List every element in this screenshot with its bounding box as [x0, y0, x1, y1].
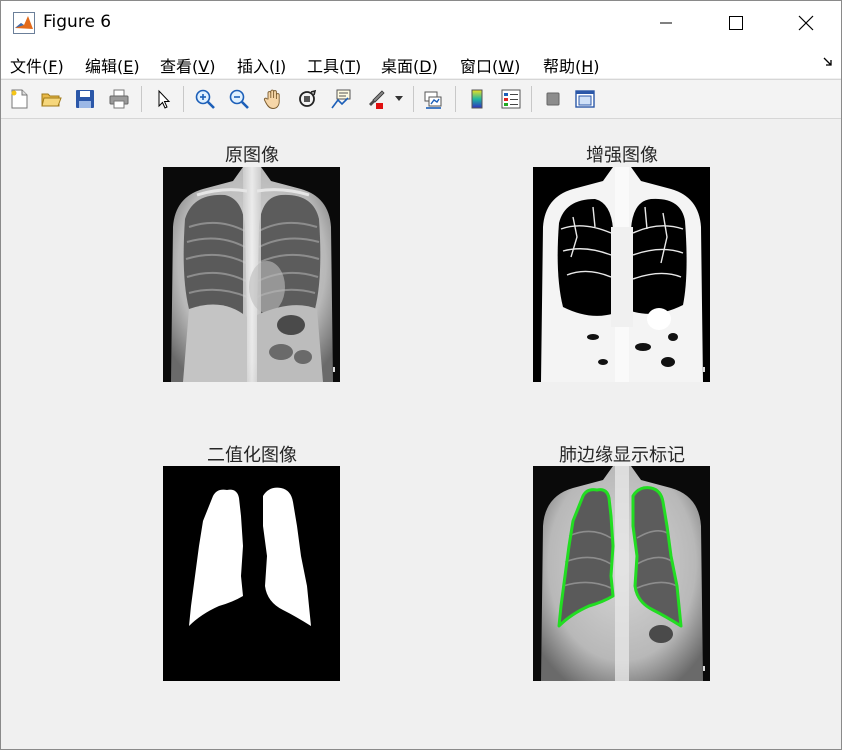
legend-icon — [501, 89, 521, 109]
minimize-icon — [660, 22, 672, 24]
axes-edge-marked-image[interactable] — [533, 466, 710, 681]
zoom-in-icon — [195, 89, 215, 109]
axes-original-image[interactable] — [163, 167, 340, 382]
hide-plot-tools-icon — [546, 92, 560, 106]
enhanced-xray-image — [533, 167, 710, 382]
figure-window: Figure 6 文件(F) 编辑(E) 查看(V) 插入(I) 工具(T) 桌… — [0, 0, 842, 750]
title-bar: Figure 6 — [1, 1, 841, 45]
brush-button[interactable] — [361, 85, 389, 113]
toolbar-separator — [413, 86, 414, 112]
binary-lung-mask-image — [163, 466, 340, 681]
menu-insert[interactable]: 插入(I) — [237, 53, 286, 77]
new-figure-button[interactable] — [5, 85, 33, 113]
show-plot-tools-icon — [575, 90, 595, 108]
subplot-title-original: 原图像 — [225, 145, 279, 166]
open-icon — [41, 93, 62, 107]
data-cursor-button[interactable] — [327, 85, 355, 113]
rotate-3d-button[interactable] — [293, 85, 321, 113]
toolbar-separator — [455, 86, 456, 112]
window-title: Figure 6 — [43, 12, 112, 32]
subplot-title-binary: 二值化图像 — [207, 445, 297, 466]
toolbar-separator — [183, 86, 184, 112]
matlab-icon — [13, 12, 35, 34]
pan-icon — [263, 89, 280, 109]
figure-toolbar — [1, 79, 841, 119]
menu-edit[interactable]: 编辑(E) — [85, 53, 140, 77]
figure-canvas[interactable]: 原图像 增强图像 二值化图像 肺边缘显示标记 — [1, 119, 841, 749]
menu-file[interactable]: 文件(F) — [10, 53, 64, 77]
edge-marked-xray-image — [533, 466, 710, 681]
menu-view[interactable]: 查看(V) — [160, 53, 215, 77]
hide-plot-tools-button[interactable] — [539, 85, 567, 113]
print-icon — [109, 89, 129, 109]
dock-arrow-icon[interactable] — [823, 57, 833, 67]
minimize-button[interactable] — [631, 1, 701, 45]
pan-button[interactable] — [259, 85, 287, 113]
legend-button[interactable] — [497, 85, 525, 113]
zoom-out-button[interactable] — [225, 85, 253, 113]
menu-help[interactable]: 帮助(H) — [543, 53, 600, 77]
brush-icon — [369, 90, 385, 109]
rotate-3d-icon — [299, 89, 317, 107]
open-button[interactable] — [37, 85, 65, 113]
brush-dropdown[interactable] — [391, 85, 407, 113]
subplot-title-edges: 肺边缘显示标记 — [559, 445, 685, 466]
show-plot-tools-button[interactable] — [571, 85, 599, 113]
link-plot-icon — [424, 91, 442, 109]
colorbar-button[interactable] — [463, 85, 491, 113]
toolbar-separator — [531, 86, 532, 112]
maximize-icon — [729, 16, 743, 30]
save-icon — [76, 90, 94, 108]
chevron-down-icon — [395, 96, 403, 101]
subplot-title-enhanced: 增强图像 — [586, 145, 658, 166]
zoom-in-button[interactable] — [191, 85, 219, 113]
pointer-icon — [158, 89, 171, 109]
axes-binary-image[interactable] — [163, 466, 340, 681]
original-xray-image — [163, 167, 340, 382]
menu-desktop[interactable]: 桌面(D) — [381, 53, 438, 77]
data-cursor-icon — [331, 89, 351, 109]
close-icon — [798, 15, 814, 31]
print-button[interactable] — [105, 85, 133, 113]
new-figure-icon — [11, 89, 28, 109]
close-button[interactable] — [771, 1, 841, 45]
link-plot-button[interactable] — [419, 85, 447, 113]
menu-bar: 文件(F) 编辑(E) 查看(V) 插入(I) 工具(T) 桌面(D) 窗口(W… — [1, 45, 841, 78]
maximize-button[interactable] — [701, 1, 771, 45]
toolbar-separator — [141, 86, 142, 112]
axes-enhanced-image[interactable] — [533, 167, 710, 382]
menu-tools[interactable]: 工具(T) — [307, 53, 361, 77]
save-button[interactable] — [71, 85, 99, 113]
zoom-out-icon — [229, 89, 249, 109]
colorbar-icon — [471, 89, 483, 109]
pointer-button[interactable] — [149, 85, 177, 113]
menu-window[interactable]: 窗口(W) — [460, 53, 520, 77]
